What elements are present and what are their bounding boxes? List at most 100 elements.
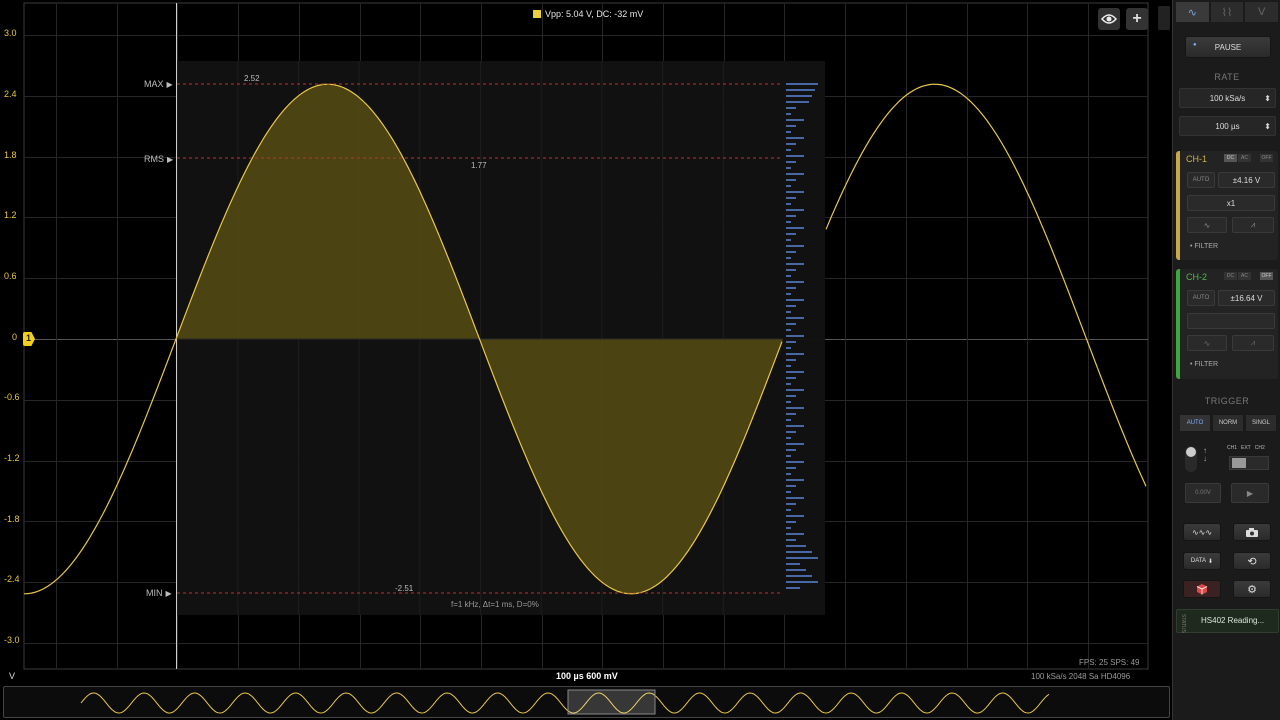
trigger-source-label: CH2 xyxy=(1254,445,1265,451)
ch2-auto-button[interactable]: AUTO xyxy=(1187,290,1215,306)
spinner-icon: ⬍ xyxy=(1264,93,1271,103)
y-tick-label: 2.4 xyxy=(4,89,17,99)
fps-readout: FPS: 25 SPS: 49 xyxy=(1079,658,1140,667)
ch2-dc-button[interactable]: DC xyxy=(1224,272,1237,280)
y-tick-label: -1.2 xyxy=(4,453,20,463)
pause-indicator-icon: ● xyxy=(1193,42,1197,48)
max-value: 2.52 xyxy=(244,74,260,83)
vpp-readout: Vpp: 5.04 V, DC: -32 mV xyxy=(533,9,643,19)
ch1-filter-toggle[interactable]: • FILTER xyxy=(1190,243,1218,250)
ch2-range-select[interactable]: ±16.64 V xyxy=(1218,290,1275,306)
ch1-spectrum-button[interactable]: ⩘ xyxy=(1232,217,1274,233)
min-value: -2.51 xyxy=(395,584,414,593)
status-bar: STATUS HS402 Reading... xyxy=(1176,609,1279,633)
tab-scope[interactable]: ∿ xyxy=(1176,2,1209,22)
ch1-waveform-button[interactable]: ∿ xyxy=(1187,217,1227,233)
spectrum-icon: ⩘ xyxy=(1250,220,1256,229)
max-marker[interactable]: MAX ▶ xyxy=(144,79,173,89)
spinner-icon: ⬍ xyxy=(1264,121,1271,131)
vpp-readout-text: Vpp: 5.04 V, DC: -32 mV xyxy=(545,9,644,19)
trigger-single-button[interactable]: SINGL xyxy=(1245,414,1277,432)
y-tick-label: 1.8 xyxy=(4,150,17,160)
ch1-dc-button[interactable]: DC xyxy=(1224,154,1237,162)
marker-arrow-icon: ▶ xyxy=(166,80,173,89)
ch2-filter-label: FILTER xyxy=(1194,361,1219,368)
record-overview[interactable] xyxy=(3,686,1170,718)
settings-button[interactable]: ⚙ xyxy=(1233,580,1271,598)
status-side-label: STATUS xyxy=(1180,614,1186,633)
trigger-auto-button[interactable]: AUTO xyxy=(1179,414,1211,432)
min-marker[interactable]: MIN ▶ xyxy=(146,588,172,598)
overview-trace xyxy=(80,692,1050,714)
trigger-source-label: EXT xyxy=(1241,445,1251,451)
add-button[interactable]: + xyxy=(1126,8,1148,30)
timebase-select[interactable]: 100 µs ⬍ xyxy=(1179,116,1276,136)
ch2-off-button[interactable]: OFF xyxy=(1260,272,1273,280)
waveform-style-button[interactable]: ∿∿∿ xyxy=(1183,523,1221,541)
y-tick-label: -0.6 xyxy=(4,392,20,402)
tab-meter[interactable]: V xyxy=(1245,2,1279,22)
ch2-range-value: ±16.64 V xyxy=(1230,293,1263,303)
history-button[interactable]: ⟲ xyxy=(1233,552,1271,570)
panel-collapse-handle[interactable] xyxy=(1158,6,1170,30)
trigger-slope-switch[interactable] xyxy=(1185,446,1197,472)
acquisition-readout: 100 kSa/s 2048 Sa HD4096 xyxy=(1031,672,1131,681)
ch1-probe-select[interactable]: x1 xyxy=(1187,195,1275,211)
data-label: DATA xyxy=(1190,558,1207,564)
plus-icon: + xyxy=(1132,10,1142,27)
visibility-button[interactable] xyxy=(1098,8,1120,30)
trigger-level-value: 0.00V xyxy=(1195,490,1211,496)
ch1-marker-label: 1 xyxy=(26,333,32,343)
overview-waveform[interactable] xyxy=(4,687,1171,719)
ch2-spectrum-button[interactable]: ⩘ xyxy=(1232,335,1274,351)
gear-icon: ⚙ xyxy=(1247,583,1257,596)
ch2-waveform-button[interactable]: ∿ xyxy=(1187,335,1227,351)
marker-arrow-icon: ▶ xyxy=(167,155,174,164)
trigger-force-button[interactable]: ▶ xyxy=(1231,483,1269,503)
min-marker-label: MIN xyxy=(146,588,163,598)
ch2-filter-toggle[interactable]: • FILTER xyxy=(1190,361,1218,368)
trigger-source-label: CH1 xyxy=(1227,445,1238,451)
ch1-offset-marker[interactable]: 1 xyxy=(23,332,37,346)
panel-tabs: ∿ ⌇⌇ V xyxy=(1176,2,1279,22)
status-text: HS402 Reading... xyxy=(1201,616,1265,625)
trigger-level-field[interactable]: 0.00V xyxy=(1185,483,1221,503)
ch2-ac-button[interactable]: AC xyxy=(1238,272,1251,280)
download-icon: ⬇ xyxy=(1208,558,1214,565)
screenshot-button[interactable] xyxy=(1233,523,1271,541)
ch2-probe-select[interactable] xyxy=(1187,313,1275,329)
data-export-button[interactable]: DATA ⬇ xyxy=(1183,552,1221,570)
trigger-norm-button[interactable]: NORM xyxy=(1212,414,1244,432)
cube-icon xyxy=(1196,584,1208,595)
ch1-ac-button[interactable]: AC xyxy=(1238,154,1251,162)
eye-icon xyxy=(1101,14,1117,24)
ch1-controls: CH-1 DC AC OFF AUTO ±4.16 V x1 ∿ ⩘ • FIL… xyxy=(1176,151,1278,260)
scope-display[interactable]: Vpp: 5.04 V, DC: -32 mV 3.0 2.4 1.8 1.2 … xyxy=(0,0,1172,720)
marker-arrow-icon: ▶ xyxy=(165,589,172,598)
cube-button[interactable] xyxy=(1183,580,1221,598)
analysis-summary: f=1 kHz, Δt=1 ms, D=0% xyxy=(451,600,539,609)
y-tick-label: 0.6 xyxy=(4,271,17,281)
pause-button[interactable]: ● PAUSE xyxy=(1185,36,1271,58)
ch1-range-select[interactable]: ±4.16 V xyxy=(1218,172,1275,188)
sample-rate-select[interactable]: 100 kSa/s ⬍ xyxy=(1179,88,1276,108)
sample-rate-value: 100 kSa/s xyxy=(1209,93,1246,103)
trigger-source-slider[interactable] xyxy=(1229,456,1269,470)
tab-generator[interactable]: ⌇⌇ xyxy=(1210,2,1244,22)
ch2-controls: CH-2 DC AC OFF AUTO ±16.64 V ∿ ⩘ • FILTE… xyxy=(1176,269,1278,379)
y-tick-label: -1.8 xyxy=(4,514,20,524)
ch1-color-swatch xyxy=(533,10,541,18)
pause-label: PAUSE xyxy=(1214,42,1242,52)
ch1-auto-button[interactable]: AUTO xyxy=(1187,172,1215,188)
rms-marker[interactable]: RMS ▶ xyxy=(144,154,173,164)
ch1-label: CH-1 xyxy=(1186,154,1208,164)
control-panel: ∿ ⌇⌇ V ● PAUSE RATE 100 kSa/s ⬍ 100 µs ⬍ C… xyxy=(1172,0,1280,720)
play-icon: ▶ xyxy=(1246,488,1254,498)
ch1-filter-label: FILTER xyxy=(1194,243,1219,250)
rms-marker-label: RMS xyxy=(144,154,164,164)
trigger-title: TRIGGER xyxy=(1204,396,1250,406)
scope-plot[interactable] xyxy=(0,0,1172,686)
history-icon: ⟲ xyxy=(1247,555,1257,568)
ch1-off-button[interactable]: OFF xyxy=(1260,154,1273,162)
timebase-value: 100 µs xyxy=(1215,121,1240,131)
